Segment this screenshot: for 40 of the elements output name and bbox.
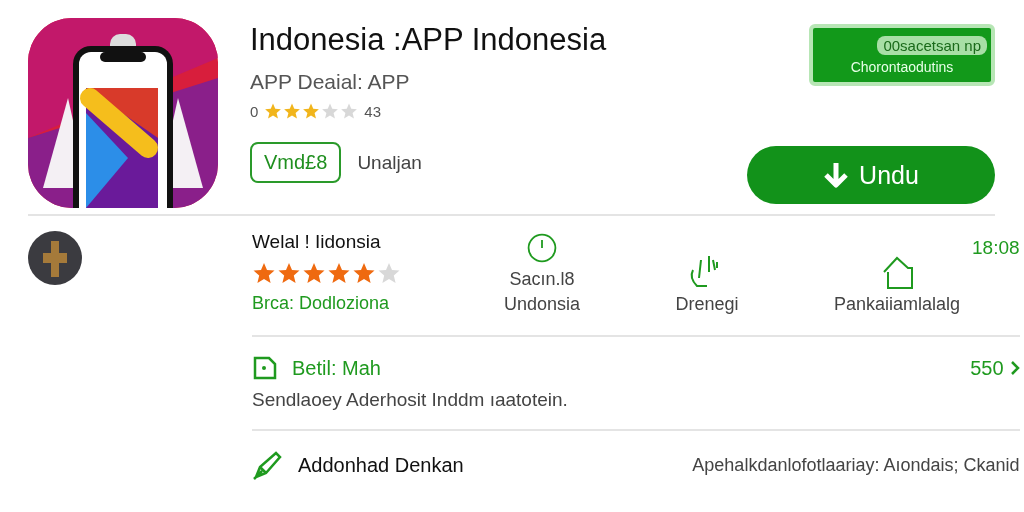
review-tagline: Brca: Dodloziona: [252, 293, 391, 314]
footer-note: Apehalkdanlofotlaariay: Aıondais; Ckanid: [692, 454, 1020, 476]
details-heading: Betil: Mah: [292, 356, 381, 380]
download-button[interactable]: Undu: [747, 146, 995, 204]
stat-label: Drenegi: [675, 294, 739, 315]
promo-text: 00sacetsan np: [877, 35, 987, 55]
pencil-icon: [252, 449, 284, 481]
clock-icon: [525, 231, 559, 265]
chevron-icon: [1009, 360, 1020, 376]
avatar: [28, 231, 82, 285]
star-icon: [327, 261, 351, 285]
download-icon: [823, 161, 850, 189]
app-subtitle: APP Deaial: APP: [250, 70, 411, 94]
app-icon: [28, 18, 218, 208]
promo-caption: Chorontaodutins: [850, 58, 954, 75]
app-title: Indonesia :APP Indonesia: [250, 22, 608, 58]
details-description: Sendlaoey Aderhosit Inddm ıaatotein.: [252, 389, 569, 411]
review-title: Welal ! Iidonsia: [252, 231, 382, 253]
star-icon: [377, 261, 401, 285]
footer-title: Addonhad Denkan: [298, 453, 464, 477]
star-icon: [340, 102, 359, 120]
details-link[interactable]: 550: [970, 356, 1020, 380]
rating-score: 0: [250, 102, 259, 120]
badge-caption: Unaljan: [357, 151, 422, 174]
stat-label: Pankaiiamlalalg: [833, 294, 961, 315]
star-icon: [277, 261, 301, 285]
star-icon: [283, 102, 302, 120]
stat-label: Undonsia: [503, 294, 581, 315]
star-icon: [252, 261, 276, 285]
house-icon: [880, 254, 914, 290]
rating-count: 43: [364, 102, 382, 120]
star-icon: [352, 261, 376, 285]
age-badge: Vmd£8: [250, 142, 342, 183]
star-icon: [264, 102, 283, 120]
tag-icon: [252, 355, 278, 381]
star-icon: [321, 102, 340, 120]
star-icon: [302, 102, 321, 120]
star-icon: [302, 261, 326, 285]
stat-label: Sacın.l8: [509, 269, 575, 290]
time-label: 18:08: [972, 236, 1020, 260]
